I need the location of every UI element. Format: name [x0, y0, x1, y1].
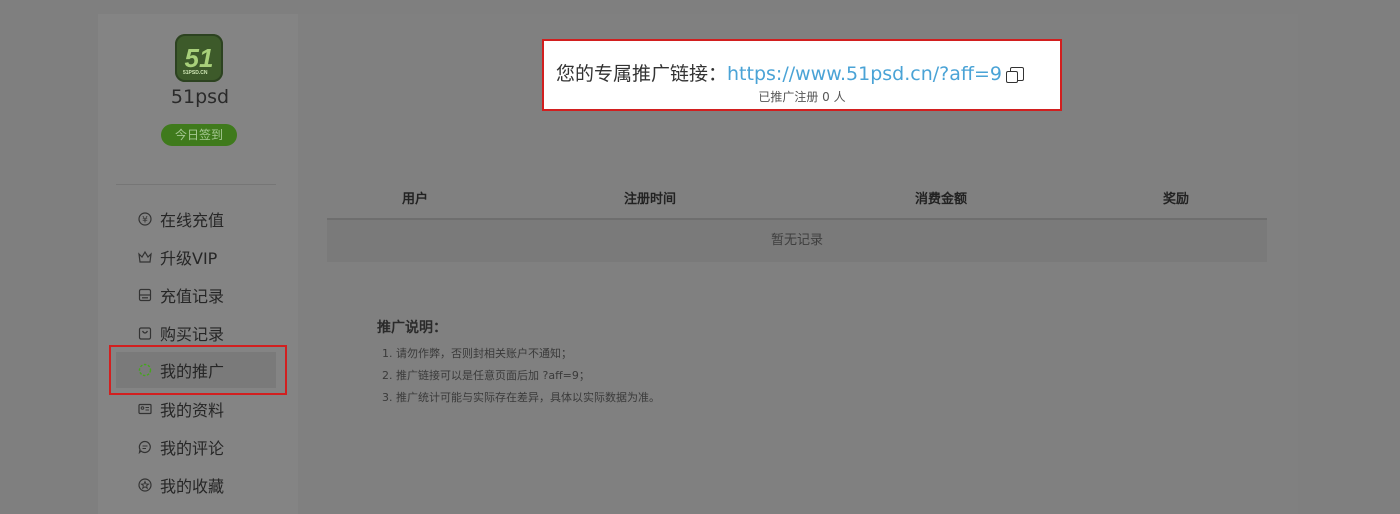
- avatar-logo-text: 51: [184, 42, 214, 73]
- sidebar-item-label: 在线充值: [160, 211, 225, 230]
- sidebar-item-label: 我的收藏: [160, 477, 225, 496]
- sidebar-item-upgrade-vip[interactable]: 升级VIP: [116, 239, 276, 275]
- sidebar-item-my-favorites[interactable]: 我的收藏: [116, 467, 276, 503]
- crown-icon: [138, 250, 152, 264]
- sidebar-divider: [116, 184, 276, 185]
- column-header-reward: 奖励: [1163, 192, 1190, 207]
- sidebar-item-my-comments[interactable]: 我的评论: [116, 429, 276, 465]
- username: 51psd: [170, 86, 230, 108]
- star-circle-icon: [138, 478, 152, 492]
- promo-note: 1. 请勿作弊，否则封相关账户不通知；: [382, 347, 572, 360]
- copy-icon[interactable]: [1006, 67, 1024, 83]
- promo-link-box: 您的专属推广链接：https://www.51psd.cn/?aff=9 已推广…: [542, 39, 1062, 111]
- sidebar-item-label: 我的资料: [160, 401, 225, 420]
- sidebar-item-label: 升级VIP: [160, 249, 218, 268]
- sidebar-item-my-profile[interactable]: 我的资料: [116, 391, 276, 427]
- sidebar-item-recharge-records[interactable]: 充值记录: [116, 277, 276, 313]
- sidebar-item-label: 充值记录: [160, 287, 225, 306]
- avatar-sub-text: 51PSD.CN: [183, 70, 208, 76]
- avatar[interactable]: 51 51PSD.CN: [175, 34, 223, 82]
- comment-icon: [138, 440, 152, 454]
- promo-notes-title: 推广说明：: [377, 320, 447, 336]
- sidebar-item-recharge[interactable]: ¥ 在线充值: [116, 201, 276, 237]
- id-card-icon: [138, 402, 152, 416]
- shopping-bag-icon: [138, 326, 152, 340]
- column-header-spend-amount: 消费金额: [915, 192, 968, 207]
- promo-link-prefix: 您的专属推广链接：: [556, 63, 728, 85]
- promo-note: 2. 推广链接可以是任意页面后加 ?aff=9；: [382, 369, 590, 382]
- promo-note: 3. 推广统计可能与实际存在差异，具体以实际数据为准。: [382, 391, 660, 404]
- sidebar-item-label: 我的评论: [160, 439, 225, 458]
- registered-count: 已推广注册 0 人: [758, 90, 846, 104]
- sidebar-item-label: 购买记录: [160, 325, 225, 344]
- checkin-button[interactable]: 今日签到: [161, 124, 237, 146]
- yen-circle-icon: ¥: [138, 212, 152, 226]
- highlight-frame: [109, 345, 287, 395]
- promo-link-line: 您的专属推广链接：https://www.51psd.cn/?aff=9: [556, 59, 1024, 86]
- receipt-icon: [138, 288, 152, 302]
- column-header-user: 用户: [402, 192, 429, 207]
- promo-link-url[interactable]: https://www.51psd.cn/?aff=9: [727, 63, 1002, 85]
- table-empty-row: 暂无记录: [327, 220, 1267, 262]
- column-header-register-time: 注册时间: [624, 192, 677, 207]
- svg-text:¥: ¥: [142, 216, 148, 226]
